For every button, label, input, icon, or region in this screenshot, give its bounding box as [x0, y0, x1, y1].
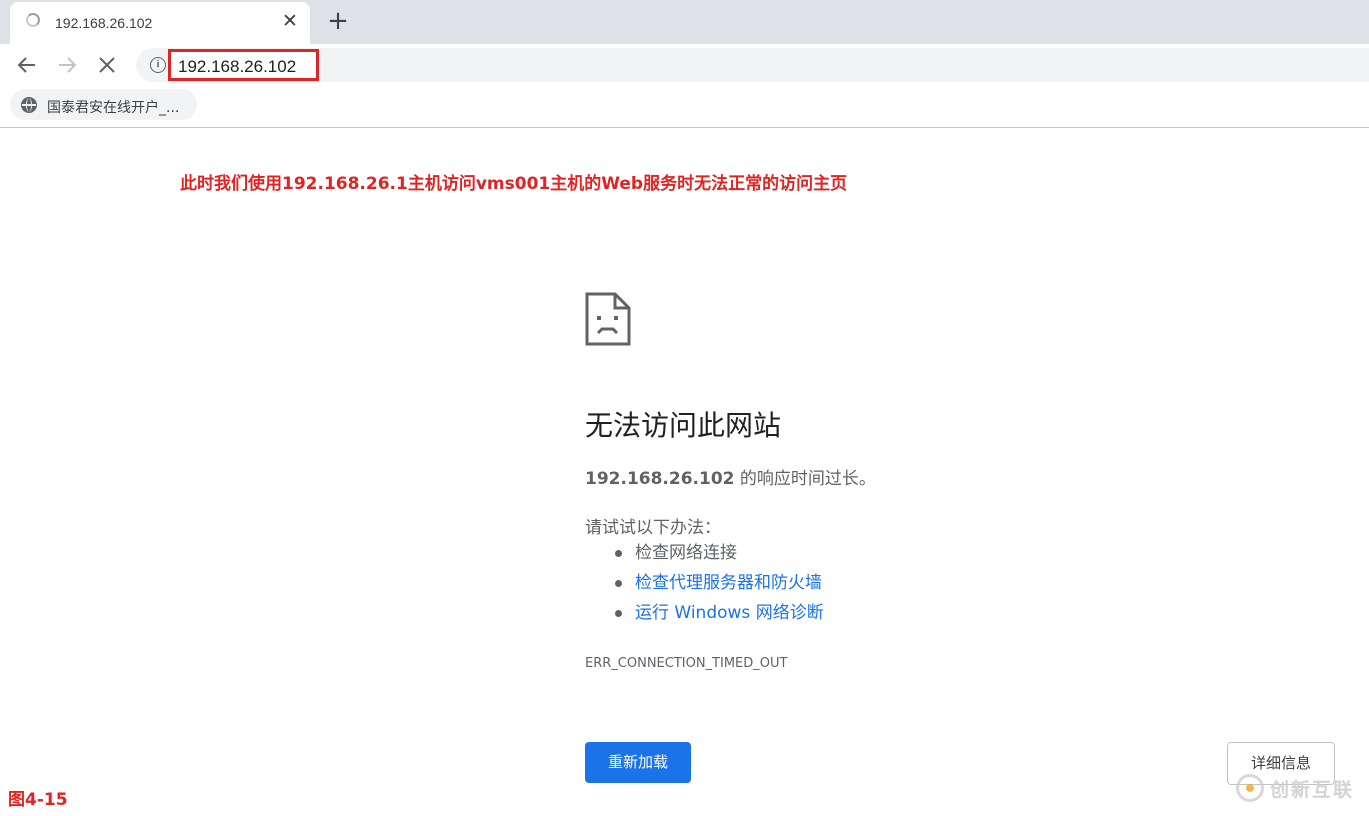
error-host: 192.168.26.102	[585, 469, 735, 489]
back-arrow-icon[interactable]	[13, 51, 41, 79]
watermark-text: 创新互联	[1270, 779, 1355, 801]
suggestion-check-network: 检查网络连接	[585, 541, 824, 571]
forward-arrow-icon[interactable]	[53, 51, 81, 79]
info-icon[interactable]: i	[150, 57, 166, 73]
tab-title: 192.168.26.102	[55, 15, 153, 31]
bookmark-item[interactable]: 国泰君安在线开户_...	[10, 89, 197, 120]
error-description-suffix: 的响应时间过长。	[734, 469, 876, 489]
reload-button[interactable]: 重新加载	[585, 742, 691, 783]
globe-icon	[21, 97, 37, 113]
plus-icon[interactable]: +	[324, 8, 352, 36]
sad-page-icon	[585, 292, 631, 346]
stop-icon[interactable]	[93, 51, 121, 79]
suggestion-check-proxy-link[interactable]: 检查代理服务器和防火墙	[585, 571, 824, 601]
suggestion-run-diagnostics-link[interactable]: 运行 Windows 网络诊断	[585, 601, 824, 631]
error-description: 192.168.26.102 的响应时间过长。	[585, 464, 876, 489]
toolbar: i 192.168.26.102	[0, 44, 1369, 86]
tab-strip: 192.168.26.102 ✕ +	[0, 0, 1369, 44]
bookmark-label: 国泰君安在线开户_...	[47, 100, 180, 116]
loading-spinner-icon	[26, 13, 40, 27]
error-code: ERR_CONNECTION_TIMED_OUT	[585, 656, 788, 671]
url-text[interactable]: 192.168.26.102	[178, 57, 296, 77]
suggestions-list: 检查网络连接 检查代理服务器和防火墙 运行 Windows 网络诊断	[585, 541, 824, 631]
url-highlight[interactable]: 192.168.26.102	[168, 49, 319, 81]
tab-active[interactable]: 192.168.26.102 ✕	[10, 2, 310, 44]
close-icon[interactable]: ✕	[280, 11, 300, 31]
bookmarks-bar: 国泰君安在线开户_...	[0, 86, 1369, 128]
watermark-logo-icon	[1236, 774, 1264, 802]
figure-label: 图4-15	[8, 790, 68, 810]
address-bar[interactable]: i 192.168.26.102	[136, 48, 1369, 82]
annotation-text: 此时我们使用192.168.26.1主机访问vms001主机的Web服务时无法正…	[180, 174, 848, 194]
error-title: 无法访问此网站	[585, 409, 782, 442]
suggestions-heading: 请试试以下办法：	[585, 518, 721, 538]
